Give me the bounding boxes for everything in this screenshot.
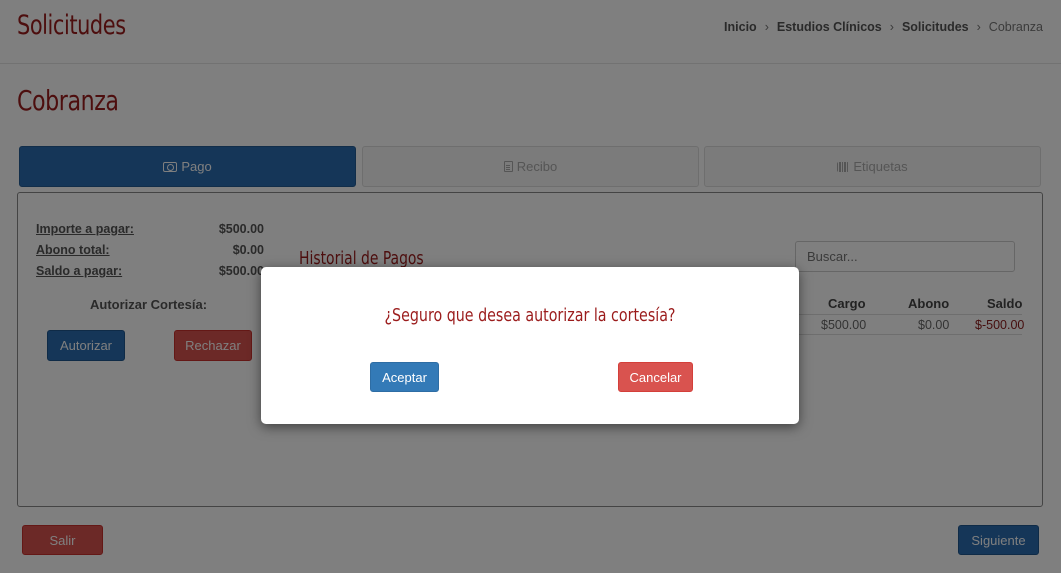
confirm-question: ¿Seguro que desea autorizar la cortesía? xyxy=(384,305,676,326)
cancelar-button[interactable]: Cancelar xyxy=(618,362,693,392)
aceptar-button[interactable]: Aceptar xyxy=(370,362,439,392)
confirm-dialog: ¿Seguro que desea autorizar la cortesía?… xyxy=(261,267,799,424)
